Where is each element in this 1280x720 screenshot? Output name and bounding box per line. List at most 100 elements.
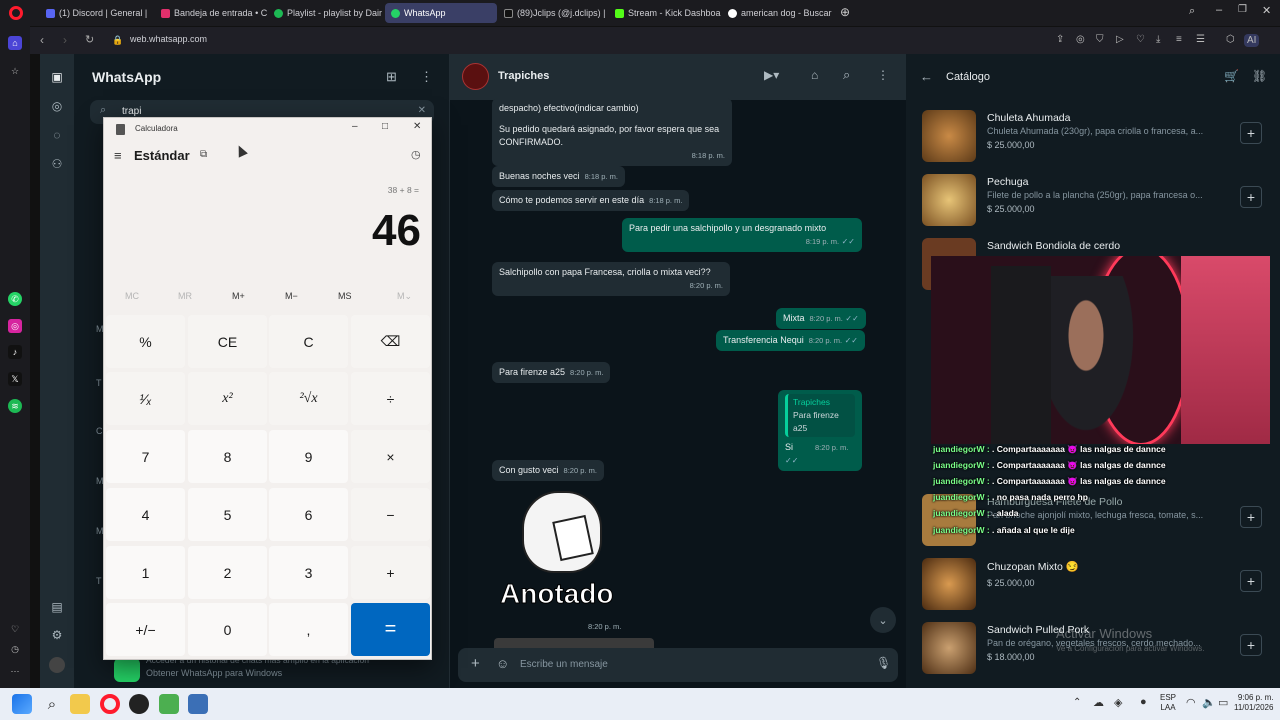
memory-store-button[interactable]: MS (338, 291, 352, 301)
download-icon[interactable]: ⤓ (1156, 34, 1160, 45)
keep-on-top-icon[interactable]: ⧉ (200, 149, 207, 160)
reload-button[interactable]: ↻ (85, 33, 94, 46)
status-icon[interactable]: ◎ (49, 99, 65, 115)
tab-google[interactable]: american dog - Buscar con (722, 3, 834, 23)
history-sidebar-icon[interactable]: ◷ (8, 642, 22, 656)
tab-tiktok[interactable]: (89)Jclips (@j.dclips) | TikT (498, 3, 608, 23)
obs-icon[interactable] (129, 694, 149, 714)
message-in[interactable]: Buenas noches veci 8:18 p. m. (492, 166, 625, 187)
new-tab-button[interactable]: ⊕ (840, 5, 850, 19)
add-to-cart-button[interactable]: + (1240, 634, 1262, 656)
history-icon[interactable]: ◷ (411, 148, 421, 161)
taskbar-search-icon[interactable]: ⌕ (42, 694, 62, 714)
digit-1-key[interactable]: 1 (106, 546, 185, 599)
message-out[interactable]: Mixta 8:20 p. m. ✓✓ (776, 308, 866, 329)
decimal-key[interactable]: , (269, 603, 348, 656)
instagram-sidebar-icon[interactable]: ◎ (8, 319, 22, 333)
catalog-item[interactable]: Pechuga Filete de pollo a la plancha (25… (922, 172, 1262, 228)
message-in[interactable]: Cómo te podemos servir en este día 8:18 p… (492, 190, 690, 211)
extensions-icon[interactable]: ⬡ (1226, 34, 1235, 45)
back-button[interactable]: ‹ (40, 33, 44, 47)
battery-icon[interactable]: ▭ (1218, 696, 1228, 709)
catalog-item[interactable]: Chuzopan Mixto 😏 $ 25.000,00 + (922, 556, 1262, 612)
digit-8-key[interactable]: 8 (188, 430, 267, 483)
emoji-icon[interactable]: ☺ (496, 656, 509, 671)
search-input[interactable]: trapi (122, 106, 141, 117)
square-key[interactable]: x² (188, 372, 267, 425)
calc-minimize-button[interactable]: – (352, 121, 358, 132)
digit-9-key[interactable]: 9 (269, 430, 348, 483)
digit-0-key[interactable]: 0 (188, 603, 267, 656)
digit-3-key[interactable]: 3 (269, 546, 348, 599)
spotify-sidebar-icon[interactable]: ≋ (8, 399, 22, 413)
aria-ai-button[interactable]: AI (1244, 34, 1260, 47)
calc-close-button[interactable]: ✕ (413, 121, 421, 132)
minimize-button[interactable]: – (1216, 4, 1222, 16)
message-out-reply[interactable]: Trapiches Para firenze a25 Si 8:20 p. m. … (778, 390, 862, 471)
tray-mic-icon[interactable]: ● (1140, 696, 1147, 708)
message-out[interactable]: Para pedir una salchipollo y un desgrana… (622, 218, 862, 252)
settings-icon[interactable]: ⚙ (49, 628, 65, 644)
menu-icon[interactable]: ⋮ (420, 69, 433, 85)
digit-2-key[interactable]: 2 (188, 546, 267, 599)
star-icon[interactable]: ☆ (8, 64, 22, 78)
tab-discord[interactable]: (1) Discord | General | (40, 3, 154, 23)
scroll-down-button[interactable]: ⌄ (870, 607, 896, 633)
negate-key[interactable]: +/− (106, 603, 185, 656)
message-in[interactable]: Para firenze a25 8:20 p. m. (492, 362, 611, 383)
whatsapp-sidebar-icon[interactable]: ✆ (8, 292, 22, 306)
language-indicator[interactable]: ESP LAA (1160, 693, 1176, 713)
calculator-taskbar-icon[interactable] (188, 694, 208, 714)
equals-key[interactable]: = (351, 603, 430, 656)
share-icon[interactable]: ⇪ (1056, 34, 1064, 45)
forward-button[interactable]: › (63, 33, 67, 47)
add-key[interactable]: + (351, 546, 430, 599)
digit-5-key[interactable]: 5 (188, 488, 267, 541)
list-item[interactable]: T (96, 378, 102, 388)
hamburger-menu-icon[interactable]: ≡ (114, 148, 122, 163)
divide-key[interactable]: ÷ (351, 372, 430, 425)
channels-icon[interactable]: ◌ (49, 128, 65, 144)
add-to-cart-button[interactable]: + (1240, 122, 1262, 144)
list-item[interactable]: T (96, 576, 102, 586)
contact-name[interactable]: Trapiches (498, 70, 549, 82)
tab-kick[interactable]: Stream - Kick Dashboard (609, 3, 721, 23)
file-explorer-icon[interactable] (70, 694, 90, 714)
contact-avatar[interactable] (462, 63, 489, 90)
minecraft-icon[interactable] (159, 694, 179, 714)
catalog-item[interactable]: Chuleta Ahumada Chuleta Ahumada (230gr),… (922, 108, 1262, 164)
calc-maximize-button[interactable]: □ (382, 121, 388, 132)
tray-chevron-icon[interactable]: ⌃ (1073, 697, 1081, 708)
digit-7-key[interactable]: 7 (106, 430, 185, 483)
subtract-key[interactable]: − (351, 488, 430, 541)
more-sidebar-icon[interactable]: ⋯ (8, 664, 22, 678)
tab-whatsapp[interactable]: WhatsApp (385, 3, 497, 23)
banner-link[interactable]: Obtener WhatsApp para Windows (146, 668, 282, 678)
add-to-cart-button[interactable]: + (1240, 570, 1262, 592)
new-chat-icon[interactable]: ⊞ (386, 69, 397, 85)
chat-menu-icon[interactable]: ⋮ (877, 68, 889, 82)
bear-sticker[interactable]: Anotado (500, 486, 630, 616)
heart-sidebar-icon[interactable]: ♡ (8, 622, 22, 636)
add-to-cart-button[interactable]: + (1240, 186, 1262, 208)
chats-icon[interactable]: ▣ (49, 70, 65, 86)
tiktok-sidebar-icon[interactable]: ♪ (8, 345, 22, 359)
tab-spotify[interactable]: Playlist - playlist by Dairo (268, 3, 382, 23)
digit-6-key[interactable]: 6 (269, 488, 348, 541)
quoted-message[interactable]: Trapiches Para firenze a25 (785, 394, 855, 437)
attach-icon[interactable]: + (471, 655, 480, 672)
tab-instagram[interactable]: Bandeja de entrada • Chat (155, 3, 267, 23)
profile-avatar[interactable] (49, 657, 65, 673)
add-to-cart-button[interactable]: + (1240, 506, 1262, 528)
tray-app-icon[interactable]: ◈ (1114, 696, 1122, 709)
mic-icon[interactable]: 🎙 (876, 656, 891, 670)
multiply-key[interactable]: × (351, 430, 430, 483)
url-field[interactable]: web.whatsapp.com (130, 34, 207, 44)
home-icon[interactable]: ⌂ (8, 36, 22, 50)
chat-search-icon[interactable]: ⌕ (843, 67, 850, 83)
clear-key[interactable]: C (269, 315, 348, 368)
easy-setup-icon[interactable]: ☰ (1196, 34, 1205, 45)
clear-search-icon[interactable]: ✕ (418, 105, 426, 116)
list-item[interactable]: C (96, 426, 103, 436)
image-preview[interactable] (494, 638, 654, 648)
